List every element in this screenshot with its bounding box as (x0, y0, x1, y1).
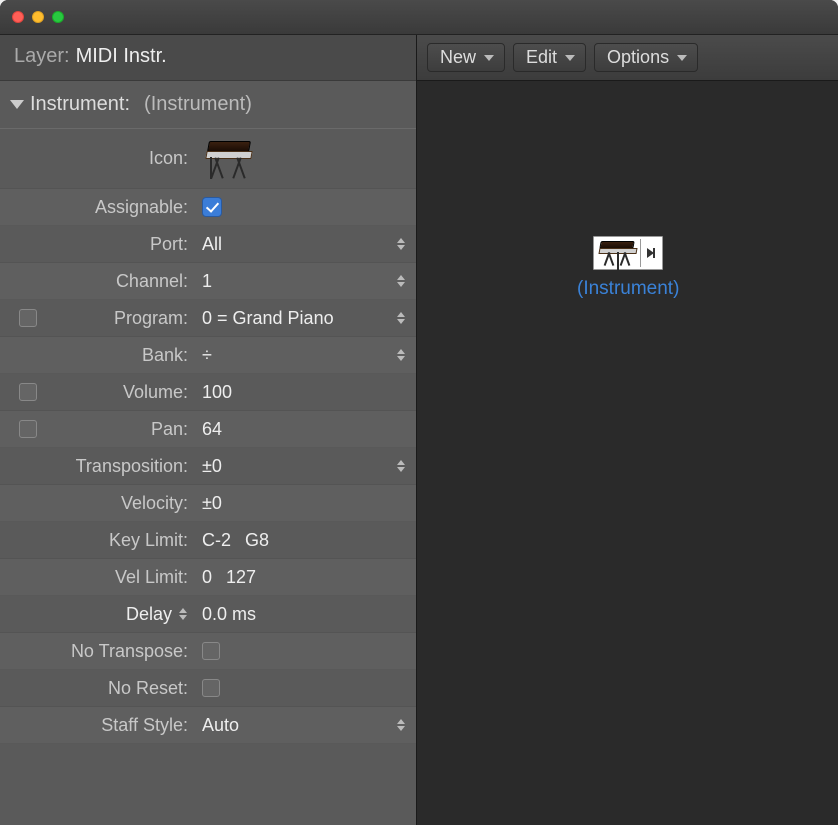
chevron-down-icon (677, 55, 687, 61)
transposition-label: Transposition: (0, 456, 192, 477)
layer-value: MIDI Instr. (76, 45, 167, 68)
new-menu-button[interactable]: New (427, 43, 505, 72)
notranspose-label: No Transpose: (0, 641, 192, 662)
row-port: Port: All (0, 226, 416, 263)
section-value: (Instrument) (144, 93, 252, 116)
zoom-window-button[interactable] (52, 11, 64, 23)
stepper-icon[interactable] (396, 458, 406, 474)
port-label: Port: (56, 234, 192, 255)
pan-enable-checkbox[interactable] (19, 420, 37, 438)
row-staffstyle: Staff Style: Auto (0, 707, 416, 744)
keylimit-high[interactable]: G8 (245, 530, 269, 551)
instrument-object-label[interactable]: (Instrument) (577, 278, 679, 300)
stepper-icon[interactable] (396, 236, 406, 252)
notranspose-checkbox[interactable] (202, 642, 220, 660)
output-triangle-icon[interactable] (640, 239, 660, 267)
volume-value[interactable]: 100 (202, 382, 232, 403)
port-value[interactable]: All (202, 234, 222, 255)
assignable-label: Assignable: (56, 197, 192, 218)
program-enable-checkbox[interactable] (19, 309, 37, 327)
stepper-icon[interactable] (396, 347, 406, 363)
row-keylimit: Key Limit: C-2 G8 (0, 522, 416, 559)
row-vellimit: Vel Limit: 0 127 (0, 559, 416, 596)
synth-icon (596, 239, 640, 267)
instrument-section-header[interactable]: Instrument: (Instrument) (0, 81, 416, 129)
icon-label: Icon: (56, 148, 192, 169)
vellimit-low[interactable]: 0 (202, 567, 212, 588)
channel-value[interactable]: 1 (202, 271, 212, 292)
stepper-icon[interactable] (396, 310, 406, 326)
layer-label: Layer: (14, 45, 70, 68)
chevron-down-icon (484, 55, 494, 61)
delay-label[interactable]: Delay (126, 604, 172, 625)
new-label: New (440, 47, 476, 68)
environment-canvas-panel: New Edit Options (417, 35, 838, 825)
velocity-label: Velocity: (0, 493, 192, 514)
vellimit-high[interactable]: 127 (226, 567, 256, 588)
keylimit-low[interactable]: C-2 (202, 530, 231, 551)
volume-label: Volume: (56, 382, 192, 403)
staffstyle-value[interactable]: Auto (202, 715, 239, 736)
staffstyle-label: Staff Style: (0, 715, 192, 736)
row-transposition: Transposition: ±0 (0, 448, 416, 485)
program-value[interactable]: 0 = Grand Piano (202, 308, 334, 329)
instrument-object[interactable]: (Instrument) (577, 236, 679, 300)
canvas-toolbar: New Edit Options (417, 35, 838, 81)
stepper-icon[interactable] (178, 606, 188, 622)
section-label: Instrument: (30, 93, 130, 116)
row-velocity: Velocity: ±0 (0, 485, 416, 522)
row-pan: Pan: 64 (0, 411, 416, 448)
disclosure-triangle-icon[interactable] (10, 100, 24, 109)
bank-label: Bank: (56, 345, 192, 366)
traffic-lights (12, 11, 64, 23)
row-delay: Delay 0.0 ms (0, 596, 416, 633)
transposition-value[interactable]: ±0 (202, 456, 222, 477)
pan-label: Pan: (56, 419, 192, 440)
row-noreset: No Reset: (0, 670, 416, 707)
options-menu-button[interactable]: Options (594, 43, 698, 72)
delay-value[interactable]: 0.0 ms (202, 604, 256, 625)
close-window-button[interactable] (12, 11, 24, 23)
edit-label: Edit (526, 47, 557, 68)
row-volume: Volume: 100 (0, 374, 416, 411)
row-notranspose: No Transpose: (0, 633, 416, 670)
layer-header[interactable]: Layer: MIDI Instr. (0, 35, 416, 81)
program-label: Program: (56, 308, 192, 329)
environment-canvas[interactable]: (Instrument) (417, 81, 838, 825)
channel-label: Channel: (56, 271, 192, 292)
row-assignable: Assignable: (0, 189, 416, 226)
inspector-panel: Layer: MIDI Instr. Instrument: (Instrume… (0, 35, 417, 825)
options-label: Options (607, 47, 669, 68)
row-icon: Icon: (0, 129, 416, 189)
stepper-icon[interactable] (396, 273, 406, 289)
environment-window: Layer: MIDI Instr. Instrument: (Instrume… (0, 0, 838, 825)
chevron-down-icon (565, 55, 575, 61)
pan-value[interactable]: 64 (202, 419, 222, 440)
noreset-checkbox[interactable] (202, 679, 220, 697)
volume-enable-checkbox[interactable] (19, 383, 37, 401)
window-titlebar[interactable] (0, 0, 838, 35)
row-channel: Channel: 1 (0, 263, 416, 300)
row-bank: Bank: ÷ (0, 337, 416, 374)
edit-menu-button[interactable]: Edit (513, 43, 586, 72)
keylimit-label: Key Limit: (0, 530, 192, 551)
stepper-icon[interactable] (396, 717, 406, 733)
bank-value[interactable]: ÷ (202, 345, 212, 366)
vellimit-label: Vel Limit: (0, 567, 192, 588)
instrument-object-icon[interactable] (593, 236, 663, 270)
instrument-icon[interactable] (202, 137, 254, 181)
minimize-window-button[interactable] (32, 11, 44, 23)
assignable-checkbox[interactable] (202, 197, 222, 217)
row-program: Program: 0 = Grand Piano (0, 300, 416, 337)
noreset-label: No Reset: (0, 678, 192, 699)
velocity-value[interactable]: ±0 (202, 493, 222, 514)
